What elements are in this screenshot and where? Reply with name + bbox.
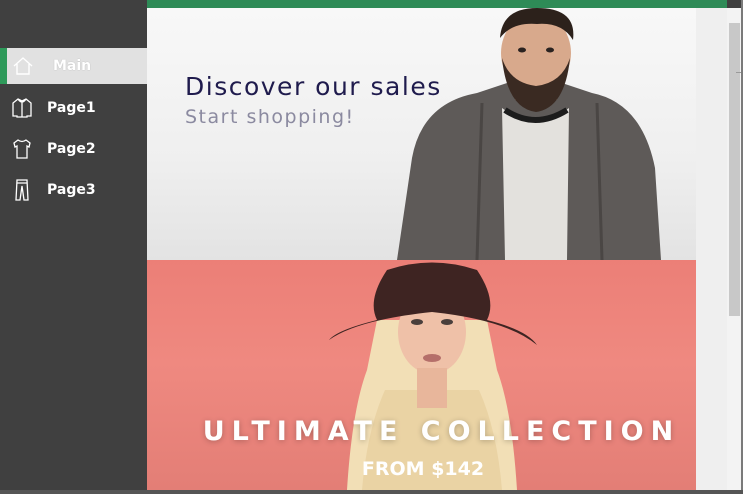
sidebar-item-page3[interactable]: Page3 — [0, 172, 147, 208]
sidebar-item-label: Page1 — [47, 100, 96, 116]
banner-subtitle: Start shopping! — [185, 106, 355, 128]
sidebar-item-page2[interactable]: Page2 — [0, 131, 147, 167]
window-border-bottom — [0, 490, 743, 494]
woman-model-image — [329, 262, 537, 490]
sidebar-item-label: Page3 — [47, 182, 96, 198]
sidebar-item-page1[interactable]: Page1 — [0, 90, 147, 126]
pants-icon — [11, 178, 33, 202]
tshirt-icon — [11, 137, 33, 161]
sidebar: Main Page1 Page2 Page3 — [0, 0, 147, 494]
man-model-image — [397, 8, 661, 260]
collection-banner[interactable]: ULTIMATE COLLECTION FROM $142 — [147, 260, 696, 490]
content-scroll-area — [696, 8, 727, 490]
accent-bar — [147, 0, 727, 8]
jacket-icon — [11, 96, 33, 120]
active-indicator — [0, 48, 7, 84]
sidebar-item-main[interactable]: Main — [0, 48, 147, 84]
sidebar-item-label: Page2 — [47, 141, 96, 157]
collection-price: FROM $142 — [361, 458, 485, 480]
scrollbar-thumb[interactable] — [729, 23, 740, 316]
collection-title: ULTIMATE COLLECTION — [202, 416, 681, 447]
sidebar-item-label: Main — [53, 58, 92, 74]
main-content: Discover our sales Start shopping! ULTIM… — [147, 0, 727, 490]
sales-banner[interactable]: Discover our sales Start shopping! — [147, 8, 696, 260]
home-icon — [12, 54, 34, 78]
